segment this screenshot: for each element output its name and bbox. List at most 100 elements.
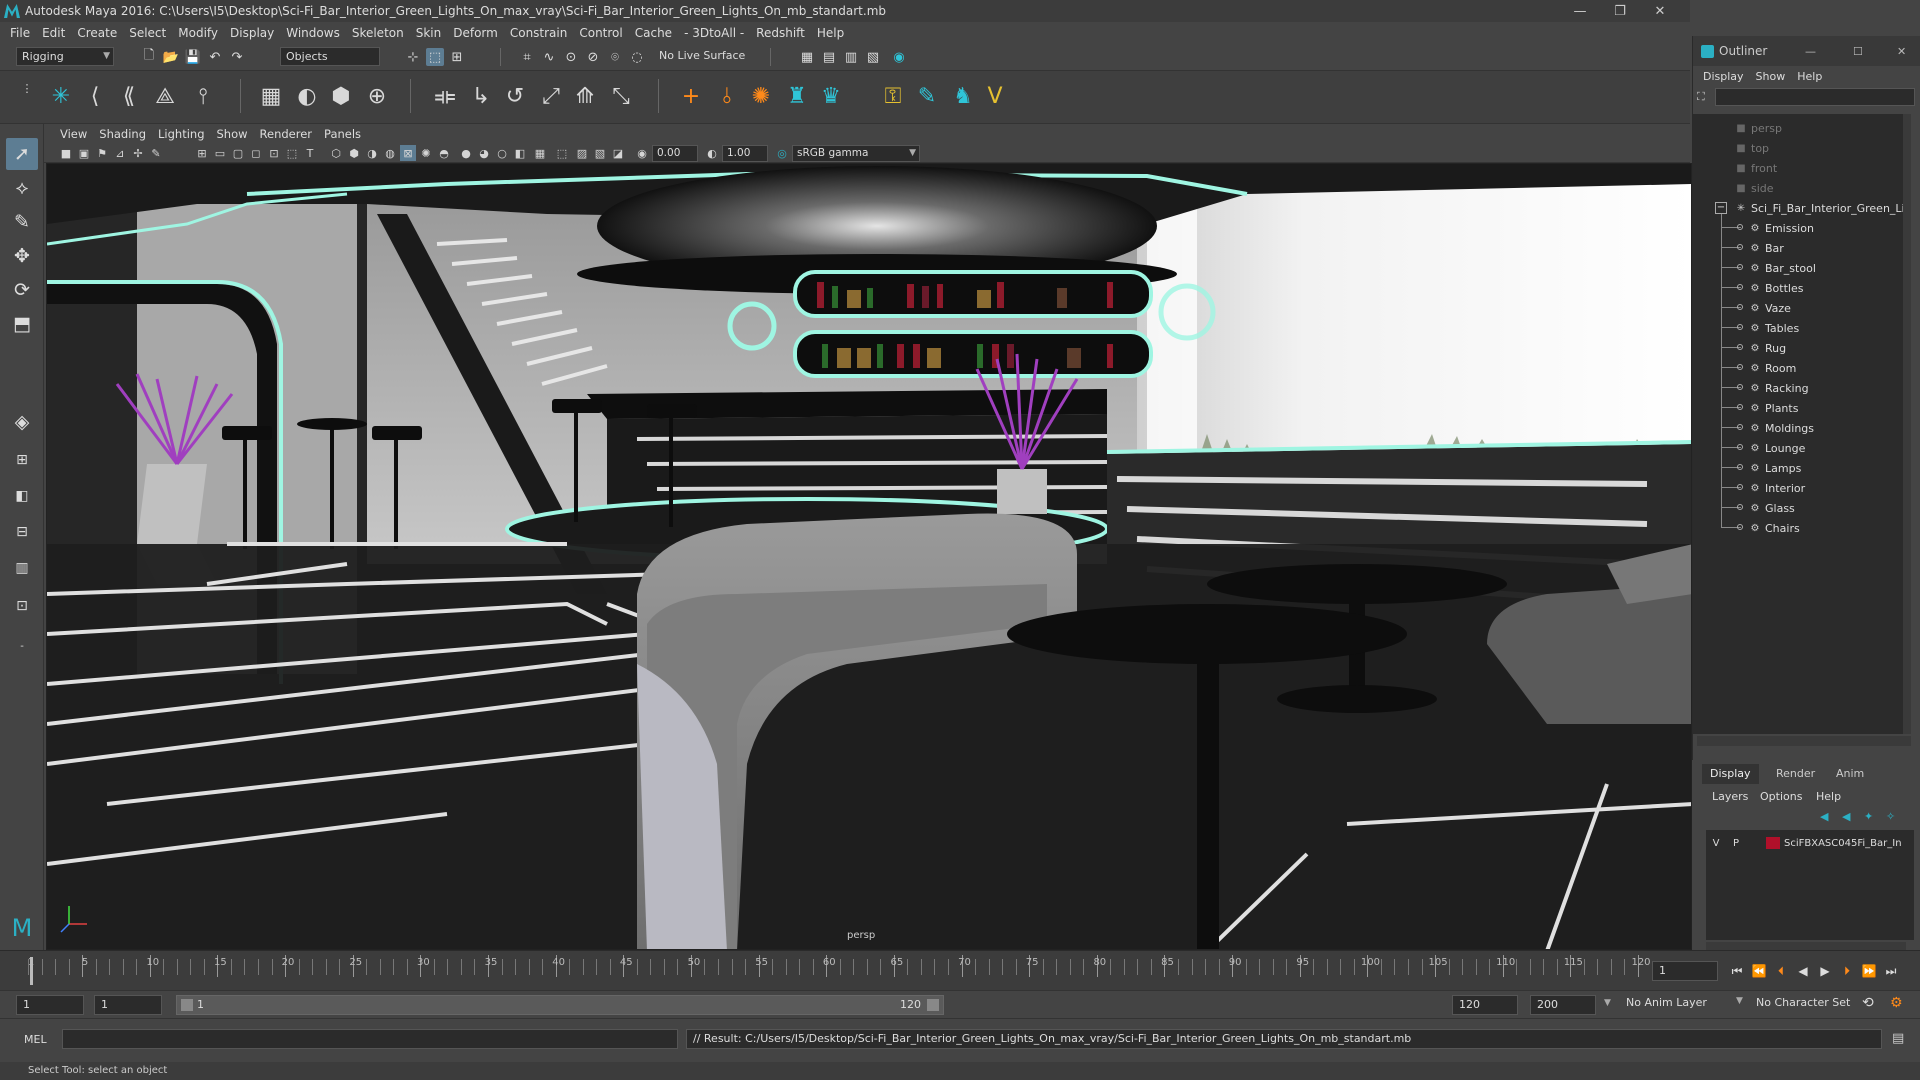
mocap-icon[interactable]: ♞ xyxy=(948,79,978,113)
textured-icon[interactable]: ◍ xyxy=(382,145,398,161)
outliner-item-plants[interactable]: ⚙ Plants xyxy=(1747,398,1799,418)
layer-scrollbar[interactable] xyxy=(1706,942,1906,950)
quick-rig-icon[interactable]: ⚿ xyxy=(878,79,908,113)
restore-button[interactable]: ❐ xyxy=(1600,0,1640,22)
animation-start-field[interactable]: 1 xyxy=(16,995,84,1015)
command-input[interactable] xyxy=(62,1029,678,1049)
ik-handle-icon[interactable]: ⫯ xyxy=(188,79,218,113)
outliner-menu-help[interactable]: Help xyxy=(1793,70,1830,83)
pole-vector-icon[interactable]: ⤡ xyxy=(606,79,636,113)
current-time-marker[interactable] xyxy=(30,957,33,985)
new-layer-icon[interactable]: ✦ xyxy=(1864,810,1873,823)
animation-end-field[interactable]: 200 xyxy=(1530,995,1596,1015)
menu-skeleton[interactable]: Skeleton xyxy=(346,26,410,40)
auto-key-icon[interactable]: ⟲ xyxy=(1862,995,1874,1011)
redo-icon[interactable]: ↷ xyxy=(228,48,246,66)
layer-row[interactable]: V P SciFBXASC045Fi_Bar_In xyxy=(1706,834,1914,852)
bind-skin-icon[interactable]: ▦ xyxy=(256,79,286,113)
camera-attributes-icon[interactable]: ▣ xyxy=(76,145,92,161)
menu-constrain[interactable]: Constrain xyxy=(504,26,574,40)
outliner-item-vaze[interactable]: ⚙ Vaze xyxy=(1747,298,1791,318)
range-start-handle[interactable] xyxy=(181,999,193,1011)
playback-start-field[interactable]: 1 xyxy=(94,995,162,1015)
hypershade-icon[interactable]: ◉ xyxy=(890,48,908,66)
play-backward-icon[interactable]: ◀ xyxy=(1794,963,1812,979)
range-bar[interactable]: 1 120 xyxy=(176,995,944,1015)
perspective-viewport[interactable]: persp xyxy=(46,163,1692,950)
render-view-icon[interactable]: ▦ xyxy=(798,48,816,66)
panel-menu-view[interactable]: View xyxy=(54,127,93,141)
xray-components-icon[interactable]: ◧ xyxy=(512,145,528,161)
minimize-button[interactable]: — xyxy=(1805,45,1816,58)
menu-help[interactable]: Help xyxy=(811,26,850,40)
menu-redshift[interactable]: Redshift xyxy=(750,26,811,40)
time-ruler[interactable]: 1510152025303540455055606570758085909510… xyxy=(28,951,1651,991)
outliner-item-root[interactable]: ✳ Sci_Fi_Bar_Interior_Green_Lig xyxy=(1733,198,1911,218)
maximize-button[interactable]: ☐ xyxy=(1853,45,1863,58)
menu-display[interactable]: Display xyxy=(224,26,280,40)
layer-color-swatch[interactable] xyxy=(1766,837,1780,849)
joint-tool-icon[interactable]: ✳ xyxy=(46,79,76,113)
gate-mask-icon[interactable]: ◻ xyxy=(248,145,264,161)
outliner-item-lamps[interactable]: ⚙ Lamps xyxy=(1747,458,1802,478)
scale-constraint-icon[interactable]: ⤢ xyxy=(536,79,566,113)
outliner-item-bar[interactable]: ⚙ Bar xyxy=(1747,238,1784,258)
insert-joint-icon[interactable]: ⟨ xyxy=(80,79,110,113)
panel-menu-panels[interactable]: Panels xyxy=(318,127,367,141)
ik-spline-icon[interactable]: ⫰ xyxy=(712,79,742,113)
menu-cache[interactable]: Cache xyxy=(629,26,678,40)
select-tool-icon[interactable]: ➚ xyxy=(6,138,38,170)
script-editor-icon[interactable]: ▤ xyxy=(1892,1031,1904,1046)
render-settings-icon[interactable]: ▧ xyxy=(864,48,882,66)
safe-title-icon[interactable]: T xyxy=(302,145,318,161)
point-constraint-icon[interactable]: ⟚ xyxy=(430,79,460,113)
layer-tab-display[interactable]: Display xyxy=(1702,764,1759,784)
expand-toggle[interactable] xyxy=(1737,364,1743,370)
expand-toggle[interactable] xyxy=(1737,504,1743,510)
play-forward-icon[interactable]: ▶ xyxy=(1816,963,1834,979)
safe-action-icon[interactable]: ⬚ xyxy=(284,145,300,161)
outliner-horizontal-scrollbar[interactable] xyxy=(1697,736,1911,746)
collapse-toggle[interactable]: − xyxy=(1715,202,1727,214)
scale-tool-icon[interactable]: ⬒ xyxy=(6,308,38,340)
panel-menu-renderer[interactable]: Renderer xyxy=(254,127,319,141)
single-perspective-layout-icon[interactable]: ◈ xyxy=(6,406,38,438)
expand-toggle[interactable] xyxy=(1737,324,1743,330)
isolate-select-view-icon[interactable]: ⬚ xyxy=(554,145,570,161)
expand-toggle[interactable] xyxy=(1737,284,1743,290)
gamma-field[interactable]: 1.00 xyxy=(722,145,768,162)
minimize-button[interactable]: — xyxy=(1560,0,1600,22)
outliner-item-bar_stool[interactable]: ⚙ Bar_stool xyxy=(1747,258,1816,278)
panel-menu-shading[interactable]: Shading xyxy=(93,127,152,141)
menu-deform[interactable]: Deform xyxy=(447,26,504,40)
orient-joint-icon[interactable]: ⟁ xyxy=(150,79,180,113)
expand-toggle[interactable] xyxy=(1737,484,1743,490)
outliner-item-chairs[interactable]: ⚙ Chairs xyxy=(1747,518,1800,538)
go-to-start-icon[interactable]: ⏮ xyxy=(1728,963,1746,979)
color-space-dropdown[interactable]: sRGB gamma ▼ xyxy=(792,145,920,162)
snap-curve-icon[interactable]: ∿ xyxy=(540,48,558,66)
outliner-item-lounge[interactable]: ⚙ Lounge xyxy=(1747,438,1806,458)
grid-toggle-icon[interactable]: ⊞ xyxy=(194,145,210,161)
isolate-select-icon[interactable]: ● xyxy=(458,145,474,161)
snap-view-plane-icon[interactable]: ⊘ xyxy=(584,48,602,66)
save-scene-icon[interactable]: 💾 xyxy=(184,48,202,66)
outliner-item-moldings[interactable]: ⚙ Moldings xyxy=(1747,418,1815,438)
undo-icon[interactable]: ↶ xyxy=(206,48,224,66)
outliner-item-racking[interactable]: ⚙ Racking xyxy=(1747,378,1809,398)
grease-pencil-icon[interactable]: ✎ xyxy=(148,145,164,161)
step-forward-key-icon[interactable]: ⏩ xyxy=(1860,963,1878,979)
color-management-icon[interactable]: ◎ xyxy=(774,145,790,161)
make-live-icon[interactable]: ⌾ xyxy=(606,48,624,66)
layer-menu-help[interactable]: Help xyxy=(1816,790,1841,803)
2d-pan-zoom-icon[interactable]: ✢ xyxy=(130,145,146,161)
xray-icon[interactable]: ◕ xyxy=(476,145,492,161)
bookmark-icon[interactable]: ⚑ xyxy=(94,145,110,161)
paint-select-icon[interactable]: ✎ xyxy=(6,206,38,238)
outliner-item-rug[interactable]: ⚙ Rug xyxy=(1747,338,1787,358)
expand-toggle[interactable] xyxy=(1737,244,1743,250)
outliner-menu-show[interactable]: Show xyxy=(1752,70,1794,83)
outliner-item-emission[interactable]: ⚙ Emission xyxy=(1747,218,1814,238)
persp-outliner-layout-icon[interactable]: ◧ xyxy=(6,480,38,512)
menu-skin[interactable]: Skin xyxy=(410,26,448,40)
